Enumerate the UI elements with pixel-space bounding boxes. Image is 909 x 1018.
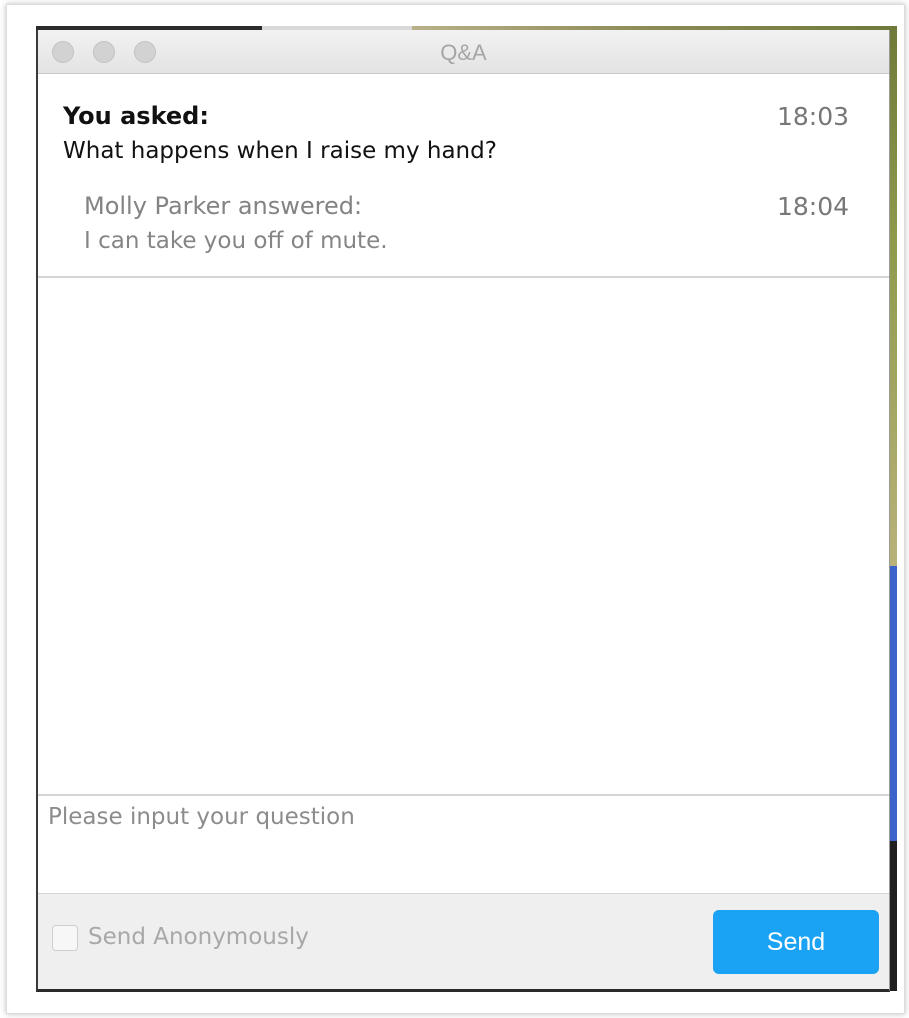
desktop-background xyxy=(890,26,897,566)
qa-message-list: You asked: 18:03 What happens when I rai… xyxy=(38,74,889,278)
qa-window: Q&A You asked: 18:03 What happens when I… xyxy=(36,30,890,992)
send-button[interactable]: Send xyxy=(713,910,879,974)
window-title: Q&A xyxy=(440,40,487,65)
answer-header: Molly Parker answered: xyxy=(84,192,363,220)
title-bar[interactable]: Q&A xyxy=(38,30,889,74)
send-anonymously-label[interactable]: Send Anonymously xyxy=(88,924,309,950)
qa-footer: Send Anonymously Send xyxy=(38,894,889,989)
question-input[interactable] xyxy=(38,794,889,894)
desktop-background xyxy=(890,841,897,991)
send-anonymously-checkbox[interactable] xyxy=(52,925,78,951)
question-text: What happens when I raise my hand? xyxy=(63,138,497,164)
question-header: You asked: xyxy=(63,102,209,130)
desktop-background xyxy=(890,566,897,841)
answer-timestamp: 18:04 xyxy=(776,192,849,221)
screenshot-stage: Q&A You asked: 18:03 What happens when I… xyxy=(0,0,909,1018)
message-list-empty-area xyxy=(38,278,889,794)
answer-text: I can take you off of mute. xyxy=(84,228,388,254)
question-timestamp: 18:03 xyxy=(776,102,849,131)
